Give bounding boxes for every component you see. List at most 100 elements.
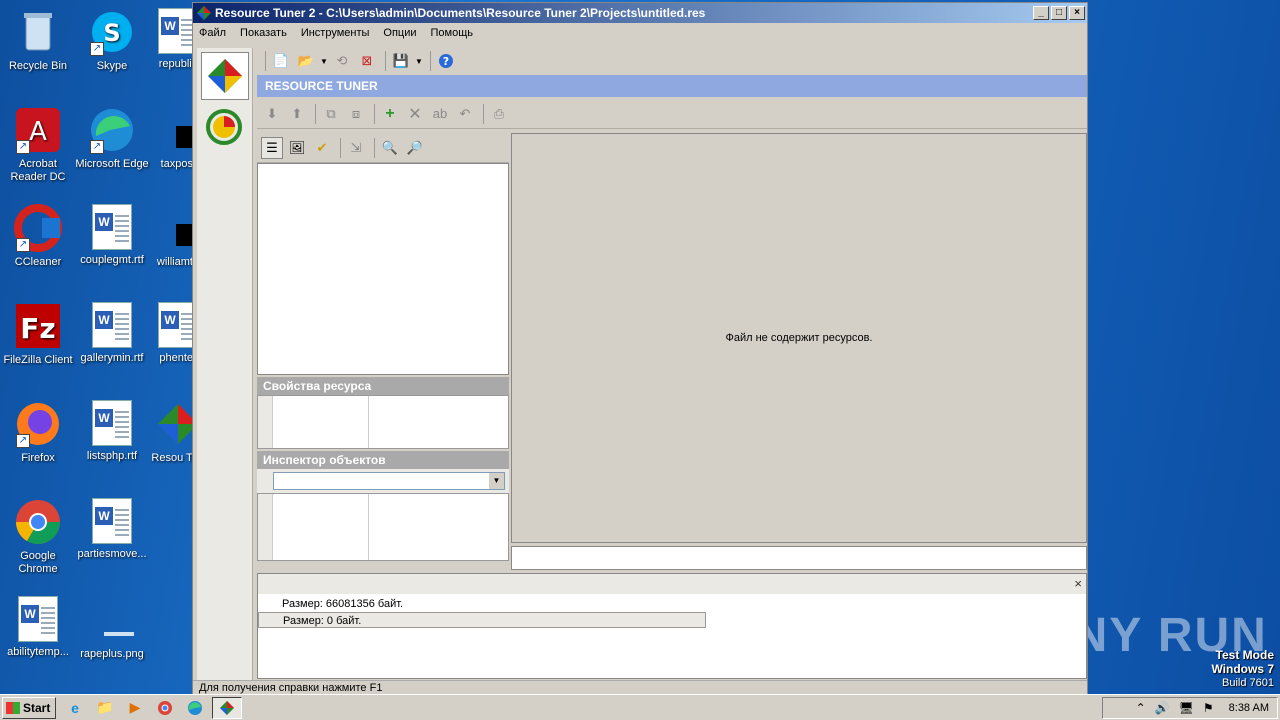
- start-button[interactable]: Start: [2, 696, 56, 719]
- menu-view[interactable]: Показать: [240, 27, 287, 39]
- svg-text:A: A: [29, 117, 47, 147]
- volume-icon[interactable]: 🔊: [1155, 701, 1170, 715]
- rename-icon[interactable]: ab: [429, 103, 451, 125]
- grid-line: [272, 396, 273, 448]
- desktop-icon-rapeplus[interactable]: rapeplus.png: [74, 596, 150, 661]
- close-button[interactable]: ×: [1069, 6, 1085, 20]
- resource-properties-grid[interactable]: [257, 395, 509, 449]
- desktop-icon-gallerymin[interactable]: W gallerymin.rtf: [74, 302, 150, 365]
- desktop-icon-edge[interactable]: ↗ Microsoft Edge: [74, 106, 150, 171]
- menu-help[interactable]: Помощь: [431, 27, 474, 39]
- desktop-icon-ccleaner[interactable]: ↗ CCleaner: [0, 204, 76, 269]
- add-resource-icon[interactable]: +: [379, 103, 401, 125]
- desktop-icon-label: FileZilla Client: [3, 354, 73, 366]
- svg-text:Fz: Fz: [20, 312, 55, 345]
- word-doc-icon: W: [92, 204, 132, 250]
- tray-expand-icon[interactable]: ⌃: [1136, 701, 1146, 715]
- resource-properties-header: Свойства ресурса: [257, 377, 509, 395]
- paste-icon[interactable]: ⧈: [345, 103, 367, 125]
- shortcut-arrow-icon: ↗: [16, 140, 30, 154]
- desktop-icon-chrome[interactable]: Google Chrome: [0, 498, 76, 576]
- open-folder-icon[interactable]: 📂: [295, 50, 317, 72]
- desktop-icon-couplegmt[interactable]: W couplegmt.rtf: [74, 204, 150, 267]
- help-icon[interactable]: ?: [435, 50, 457, 72]
- tree-view-icon[interactable]: ☰: [261, 136, 283, 159]
- object-selector-dropdown[interactable]: ▼: [273, 472, 505, 490]
- log-panel: × Размер: 66081356 байт. Размер: 0 байт.: [257, 573, 1087, 679]
- clock[interactable]: 8:38 AM: [1229, 702, 1269, 714]
- edge-taskbar-icon[interactable]: [184, 697, 206, 719]
- main-toolbar: 📄 📂 ▼ ⟲ ⊠ 💾 ▼ ?: [257, 47, 1087, 75]
- test-mode-notice: Test Mode Windows 7 Build 7601: [1211, 648, 1274, 690]
- word-doc-icon: W: [92, 302, 132, 348]
- start-label: Start: [23, 700, 51, 715]
- desktop-icon-label: Acrobat Reader DC: [10, 158, 66, 183]
- grid-gutter: [258, 396, 272, 448]
- resource-toolbar: ⬇ ⬆ ⧉ ⧈ + ✕ ab ↶ ⎙: [257, 99, 1087, 129]
- menu-options[interactable]: Опции: [383, 27, 416, 39]
- filter-icon[interactable]: ✔: [311, 137, 333, 159]
- toolbar-separator: [374, 137, 375, 158]
- system-tray: ⌃ 🔊 🖥 ⚑ 8:38 AM: [1102, 697, 1278, 719]
- toolbar-separator: [340, 137, 341, 158]
- object-inspector-grid[interactable]: [257, 493, 509, 561]
- desktop-icon-firefox[interactable]: ↗ Firefox: [0, 400, 76, 465]
- mode-sidebar: [197, 48, 253, 680]
- image-view-icon[interactable]: 🖼: [286, 137, 308, 159]
- title-bar[interactable]: Resource Tuner 2 - C:\Users\admin\Docume…: [193, 3, 1087, 23]
- reload-icon[interactable]: ⟲: [331, 50, 353, 72]
- menu-file[interactable]: Файл: [199, 27, 226, 39]
- action-center-flag-icon[interactable]: ⚑: [1203, 701, 1214, 715]
- resource-tree[interactable]: [257, 163, 509, 375]
- print-icon[interactable]: ⎙: [488, 103, 510, 125]
- object-inspector-combo-row: ▼: [257, 469, 509, 493]
- menu-bar: Файл Показать Инструменты Опции Помощь: [193, 23, 1087, 43]
- desktop-icon-label: gallerymin.rtf: [80, 352, 144, 364]
- network-icon[interactable]: 🖥: [1179, 701, 1194, 715]
- toolbar-separator: [315, 103, 316, 124]
- resource-editor-mode-button[interactable]: [200, 52, 249, 100]
- viewer-status-field: [511, 546, 1087, 570]
- dropdown-arrow-icon[interactable]: ▼: [415, 50, 423, 72]
- desktop-icon-listsphp[interactable]: W listsphp.rtf: [74, 400, 150, 463]
- grid-line: [368, 494, 369, 560]
- copy-icon[interactable]: ⧉: [320, 103, 342, 125]
- file-analyzer-mode-button[interactable]: [201, 104, 249, 152]
- move-up-icon[interactable]: ⬆: [286, 103, 308, 125]
- chrome-taskbar-icon[interactable]: [154, 697, 176, 719]
- delete-icon[interactable]: ✕: [404, 103, 426, 125]
- desktop-icon-acrobat[interactable]: A ↗ Acrobat Reader DC: [0, 106, 76, 184]
- find-next-icon[interactable]: 🔎: [404, 137, 426, 159]
- desktop-icon-abilitytemp[interactable]: W abilitytemp...: [0, 596, 76, 659]
- close-icon[interactable]: ×: [1074, 576, 1082, 591]
- desktop-icon-filezilla[interactable]: Fz FileZilla Client: [0, 302, 76, 367]
- maximize-button[interactable]: □: [1051, 6, 1067, 20]
- ie-taskbar-icon[interactable]: e: [64, 697, 86, 719]
- desktop-icon-partiesmove[interactable]: W partiesmove...: [74, 498, 150, 561]
- new-file-icon[interactable]: 📄: [270, 50, 292, 72]
- chevron-down-icon[interactable]: ▼: [489, 473, 504, 489]
- firefox-icon: ↗: [14, 400, 62, 448]
- media-player-taskbar-icon[interactable]: ▶: [124, 697, 146, 719]
- log-entry-selected[interactable]: Размер: 0 байт.: [258, 612, 706, 628]
- close-file-icon[interactable]: ⊠: [356, 50, 378, 72]
- minimize-button[interactable]: _: [1033, 6, 1049, 20]
- resource-tuner-taskbar-button[interactable]: [212, 696, 242, 719]
- undo-icon[interactable]: ↶: [454, 103, 476, 125]
- move-down-icon[interactable]: ⬇: [261, 103, 283, 125]
- dropdown-arrow-icon[interactable]: ▼: [320, 50, 328, 72]
- explorer-taskbar-icon[interactable]: 📁: [94, 697, 116, 719]
- grid-line: [272, 494, 273, 560]
- toolbar-separator: [483, 103, 484, 124]
- save-icon[interactable]: 💾: [390, 50, 412, 72]
- svg-text:S: S: [103, 19, 120, 47]
- desktop-icon-recycle-bin[interactable]: Recycle Bin: [0, 8, 76, 73]
- desktop-icon-label: Skype: [96, 60, 128, 72]
- desktop-icon-skype[interactable]: S ↗ Skype: [74, 8, 150, 73]
- log-entry[interactable]: Размер: 66081356 байт.: [258, 596, 1086, 612]
- desktop-icon-label: CCleaner: [14, 256, 62, 268]
- export-icon[interactable]: ⇲: [345, 137, 367, 159]
- ccleaner-icon: ↗: [14, 204, 62, 252]
- menu-tools[interactable]: Инструменты: [301, 27, 370, 39]
- find-icon[interactable]: 🔍: [379, 137, 401, 159]
